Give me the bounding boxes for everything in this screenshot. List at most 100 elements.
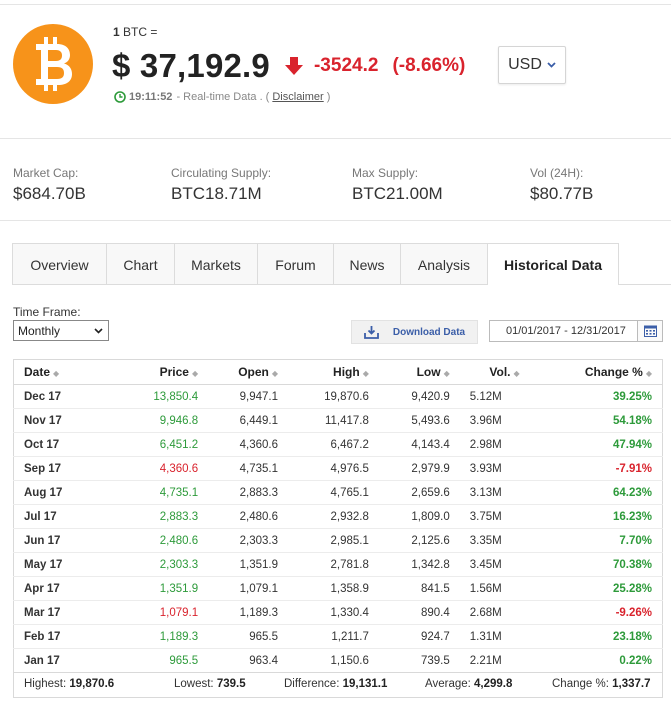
summary-highest: Highest: 19,870.6 xyxy=(24,678,115,690)
stat-value: BTC18.71M xyxy=(171,184,262,203)
cell-price: 13,850.4 xyxy=(108,384,209,409)
bitcoin-logo-icon xyxy=(13,24,93,104)
cell-date: May 17 xyxy=(13,552,109,577)
top-divider xyxy=(0,4,671,5)
cell-low: 4,143.4 xyxy=(378,432,460,457)
cell-low: 739.5 xyxy=(420,654,450,667)
tab-bar: Overview Chart Markets Forum News Analys… xyxy=(12,243,619,286)
download-label: Download Data xyxy=(392,326,466,338)
tab-forum[interactable]: Forum xyxy=(258,244,334,285)
tab-historical-data[interactable]: Historical Data xyxy=(488,244,618,286)
table-row: Oct 17 6,451.2 4,360.6 6,467.2 4,143.4 2.98M 4… xyxy=(13,432,663,457)
cell-vol: 3.35M xyxy=(459,528,530,553)
cell-high: 4,765.1 xyxy=(288,480,379,505)
cell-date: Feb 17 xyxy=(13,624,109,649)
cell-price: 9,946.8 xyxy=(108,408,209,433)
download-data-button[interactable]: Download Data xyxy=(351,320,478,344)
table-row: Feb 17 1,189.3 965.5 1,211.7 924.7 1.31M 23.18… xyxy=(13,624,663,649)
cell-change: -9.26% xyxy=(529,600,663,625)
column-header-high[interactable]: High ◆ xyxy=(288,359,379,385)
tab-underline xyxy=(12,284,488,285)
cell-high: 19,870.6 xyxy=(288,384,379,409)
price-row: $ 37,192.9 -3524.2 (-8.66%) xyxy=(112,44,465,88)
divider xyxy=(0,138,671,139)
cell-date: Jun 17 xyxy=(13,528,109,553)
column-header-change[interactable]: Change % ◆ xyxy=(529,359,663,385)
table-body: Dec 17 13,850.4 9,947.1 19,870.6 9,420.9 5.12… xyxy=(13,384,663,673)
realtime-close: ) xyxy=(326,91,331,103)
date-range-value: 01/01/2017 - 12/31/2017 xyxy=(506,325,626,337)
cell-date: Sep 17 xyxy=(13,456,109,481)
table-row: Jan 17 965.5 963.4 1,150.6 739.5 2.21M 0.22% xyxy=(14,649,663,673)
cell-vol: 3.93M xyxy=(459,456,530,481)
table-row: Jun 17 2,480.6 2,303.3 2,985.1 2,125.6 3.35M 7… xyxy=(13,528,663,553)
cell-change: 39.25% xyxy=(529,384,663,409)
cell-vol: 1.56M xyxy=(459,576,530,601)
tab-underline xyxy=(619,284,671,285)
cell-date: Aug 17 xyxy=(13,480,109,505)
date-range-picker[interactable]: 01/01/2017 - 12/31/2017 xyxy=(489,320,663,342)
chevron-down-icon xyxy=(94,328,103,334)
cell-low: 5,493.6 xyxy=(378,408,460,433)
cell-price: 1,351.9 xyxy=(108,576,209,601)
sort-icon: ◆ xyxy=(645,369,652,378)
tab-markets[interactable]: Markets xyxy=(175,244,258,285)
cell-price: 2,480.6 xyxy=(108,528,209,553)
cell-open: 1,079.1 xyxy=(208,576,289,601)
cell-high: 1,330.4 xyxy=(288,600,379,625)
table-row: Jul 17 2,883.3 2,480.6 2,932.8 1,809.0 3.75M 1… xyxy=(13,504,663,529)
last-update-time: 19:11:52 xyxy=(129,91,173,103)
cell-vol: 2.68M xyxy=(459,600,530,625)
table-header-row: Date ◆ Price ◆ Open ◆ High ◆ Low ◆ Vol. ◆ Chan… xyxy=(13,359,663,385)
cell-high: 1,211.7 xyxy=(288,624,379,649)
cell-low: 1,809.0 xyxy=(378,504,460,529)
disclaimer-link[interactable]: Disclaimer xyxy=(272,91,323,103)
stat-label: Vol (24H): xyxy=(530,166,584,180)
cell-change: 23.18% xyxy=(529,624,663,649)
cell-change: 7.70% xyxy=(529,528,663,553)
timeframe-select[interactable]: Monthly xyxy=(13,320,109,341)
column-header-vol[interactable]: Vol. ◆ xyxy=(459,359,530,385)
cell-change: -7.91% xyxy=(529,456,663,481)
tab-overview[interactable]: Overview xyxy=(13,244,107,285)
column-header-low[interactable]: Low ◆ xyxy=(378,359,460,385)
tab-news[interactable]: News xyxy=(334,244,401,285)
summary-bar: Highest: 19,870.6 Lowest: 739.5 Differen… xyxy=(13,672,663,698)
column-header-price[interactable]: Price ◆ xyxy=(108,359,209,385)
table-row: May 17 2,303.3 1,351.9 2,781.8 1,342.8 3.45M 7… xyxy=(13,552,663,577)
realtime-status: 19:11:52 - Real-time Data . ( Disclaimer… xyxy=(114,91,330,103)
cell-change: 0.22% xyxy=(619,654,652,667)
tab-analysis[interactable]: Analysis xyxy=(401,244,488,285)
column-header-date[interactable]: Date ◆ xyxy=(13,359,109,385)
cell-low: 2,659.6 xyxy=(378,480,460,505)
cell-date: Jan 17 xyxy=(24,654,60,667)
cell-low: 841.5 xyxy=(378,576,460,601)
sort-icon: ◆ xyxy=(191,369,199,378)
currency-value: USD xyxy=(508,56,542,73)
timeframe-label: Time Frame: xyxy=(13,305,81,319)
currency-dropdown[interactable]: USD xyxy=(498,46,566,84)
cell-change: 64.23% xyxy=(529,480,663,505)
stat-circulating-supply: Circulating Supply: BTC18.71M xyxy=(171,166,271,204)
current-price: $ 37,192.9 xyxy=(112,47,270,84)
summary-average: Average: 4,299.8 xyxy=(425,678,513,690)
realtime-text: - Real-time Data . ( xyxy=(176,91,270,103)
calendar-button[interactable] xyxy=(637,321,662,341)
historical-data-table: Date ◆ Price ◆ Open ◆ High ◆ Low ◆ Vol. ◆ Chan… xyxy=(13,359,663,673)
cell-open: 1,189.3 xyxy=(208,600,289,625)
cell-price: 4,360.6 xyxy=(108,456,209,481)
tab-chart[interactable]: Chart xyxy=(107,244,175,285)
column-header-open[interactable]: Open ◆ xyxy=(208,359,289,385)
unit-label: 1 BTC = xyxy=(113,25,158,39)
download-icon xyxy=(363,325,379,339)
table-row: Sep 17 4,360.6 4,735.1 4,976.5 2,979.9 3.93M -… xyxy=(13,456,663,481)
arrow-down-icon xyxy=(284,57,303,75)
cell-open: 9,947.1 xyxy=(208,384,289,409)
summary-lowest: Lowest: 739.5 xyxy=(174,678,246,690)
cell-date: Mar 17 xyxy=(13,600,109,625)
sort-icon: ◆ xyxy=(53,369,60,378)
cell-change: 25.28% xyxy=(529,576,663,601)
cell-open: 4,360.6 xyxy=(208,432,289,457)
price-change: -3524.2 xyxy=(313,55,379,76)
cell-price: 2,303.3 xyxy=(108,552,209,577)
